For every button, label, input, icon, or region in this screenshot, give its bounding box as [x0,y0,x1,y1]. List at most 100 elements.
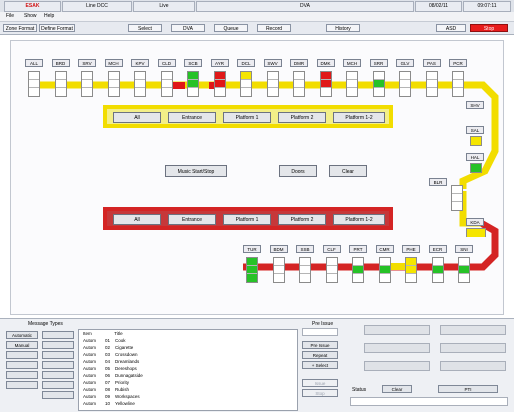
message-type-button[interactable] [42,391,74,399]
signal-label-top[interactable]: CLD [157,59,176,67]
signal-label-bottom[interactable]: SNI [455,245,473,253]
yellow-platform12-button[interactable]: Platform 1-2 [333,112,385,123]
signal-label-top[interactable]: SCB [184,59,202,67]
repeat-button[interactable]: Repeat [302,351,338,359]
signal-label-top[interactable]: SWV [263,59,282,67]
signal-label-top[interactable]: ALL [25,59,43,67]
signal-lamp-top[interactable] [425,71,438,97]
list-item[interactable]: Autom 07 Priority [83,380,129,386]
red-all-button[interactable]: All [113,214,161,225]
signal-lamp-top[interactable] [452,71,464,97]
pre-issue-button[interactable]: Pre Issue [302,341,338,349]
signal-lamp-top[interactable] [372,71,385,97]
stop-button[interactable]: Stop [470,24,508,32]
signal-lamp-hal[interactable] [470,163,482,173]
signal-label-sal[interactable]: SAL [466,126,484,134]
message-type-button[interactable] [42,361,74,369]
signal-lamp-top[interactable] [107,71,120,97]
message-type-button[interactable] [6,351,38,359]
signal-label-top[interactable]: MCH [104,59,123,67]
signal-lamp-sal[interactable] [470,136,482,146]
signal-lamp-top[interactable] [399,71,411,97]
menu-show[interactable]: Show [24,13,37,19]
signal-label-bottom[interactable]: ECR [428,245,447,253]
signal-label-bottom[interactable]: SSB [296,245,314,253]
signal-lamp-kda[interactable] [466,228,486,237]
yellow-all-button[interactable]: All [113,112,161,123]
signal-label-blr[interactable]: BLR [429,178,447,186]
yellow-platform1-button[interactable]: Platform 1 [223,112,271,123]
list-item[interactable]: Autom 04 Dreamlands [83,359,139,365]
signal-lamp-top[interactable] [293,71,305,97]
signal-lamp-top[interactable] [54,71,67,97]
signal-lamp-bottom[interactable] [458,257,470,283]
issue-button[interactable]: Issue [302,379,338,387]
message-type-button[interactable] [42,371,74,379]
signal-lamp-top[interactable] [28,71,40,97]
pti-button[interactable]: PTI [438,385,498,393]
status-clear-button[interactable]: Clear [382,385,412,393]
select-button[interactable]: Select [128,24,162,32]
signal-lamp-top[interactable] [134,71,146,97]
queue-button[interactable]: Queue [214,24,248,32]
signal-label-shv[interactable]: SHV [466,101,484,109]
list-item[interactable]: Autom 01 Cook [83,338,126,344]
signal-lamp-bottom[interactable] [325,257,338,283]
signal-lamp-bottom[interactable] [405,257,417,283]
signal-lamp-top[interactable] [160,71,173,97]
signal-label-top[interactable]: GLV [396,59,414,67]
define-format-button[interactable]: Define Format [39,24,75,32]
pre-issue-field[interactable] [302,328,338,336]
signal-lamp-top[interactable] [240,71,252,97]
signal-label-top[interactable]: AYR [210,59,229,67]
signal-label-top[interactable]: PCR [449,59,467,67]
signal-label-bottom[interactable]: TUR [243,245,261,253]
signal-lamp-top[interactable] [346,71,358,97]
dva-button[interactable]: DVA [171,24,205,32]
list-item[interactable]: Autom 03 Crossdown [83,352,138,358]
clear-button[interactable]: Clear [329,165,367,177]
signal-lamp-top[interactable] [213,71,226,97]
message-type-button[interactable]: Manual [6,341,38,349]
signal-label-top[interactable]: SRV [78,59,96,67]
message-type-button[interactable] [42,331,74,339]
signal-lamp-bottom[interactable] [431,257,444,283]
signal-lamp-bottom[interactable] [352,257,364,283]
yellow-platform2-button[interactable]: Platform 2 [278,112,326,123]
signal-lamp-top[interactable] [266,71,279,97]
signal-label-top[interactable]: PAS [422,59,441,67]
signal-label-top[interactable]: DMK [316,59,335,67]
signal-lamp-blr[interactable] [451,185,463,211]
list-item[interactable]: Autom 08 Rubish [83,387,129,393]
message-list[interactable]: Item Title Autom 01 Cook Autom 02 Cigarette Au… [78,329,298,411]
history-button[interactable]: History [326,24,360,32]
signal-lamp-bottom[interactable] [299,257,311,283]
signal-lamp-bottom[interactable] [378,257,391,283]
menu-help[interactable]: Help [44,13,54,19]
menu-file[interactable]: File [6,13,14,19]
red-platform1-button[interactable]: Platform 1 [223,214,271,225]
music-start-stop-button[interactable]: Music Start/Stop [165,165,227,177]
message-type-button[interactable] [42,341,74,349]
message-type-button[interactable]: Automatic [6,331,38,339]
signal-lamp-top[interactable] [81,71,93,97]
signal-label-top[interactable]: MCH [343,59,361,67]
list-item[interactable]: Autom 05 Dereshops [83,366,137,372]
signal-lamp-top[interactable] [187,71,199,97]
signal-label-top[interactable]: DMR [290,59,308,67]
signal-label-hal[interactable]: HAL [466,153,484,161]
signal-label-kda[interactable]: KDA [466,218,484,226]
signal-label-bottom[interactable]: BDM [269,245,288,253]
select-message-button[interactable]: + Select [302,361,338,369]
message-type-button[interactable] [42,351,74,359]
record-button[interactable]: Record [257,24,291,32]
signal-label-bottom[interactable]: PHE [402,245,420,253]
signal-label-top[interactable]: BRD [51,59,70,67]
yellow-entrance-button[interactable]: Entrance [168,112,216,123]
signal-label-bottom[interactable]: PRT [349,245,367,253]
zone-format-button[interactable]: Zone Format [3,24,37,32]
signal-label-top[interactable]: SRR [369,59,388,67]
message-type-button[interactable] [6,361,38,369]
message-type-button[interactable] [6,381,38,389]
list-item[interactable]: Autom 09 Workspaces [83,394,140,400]
